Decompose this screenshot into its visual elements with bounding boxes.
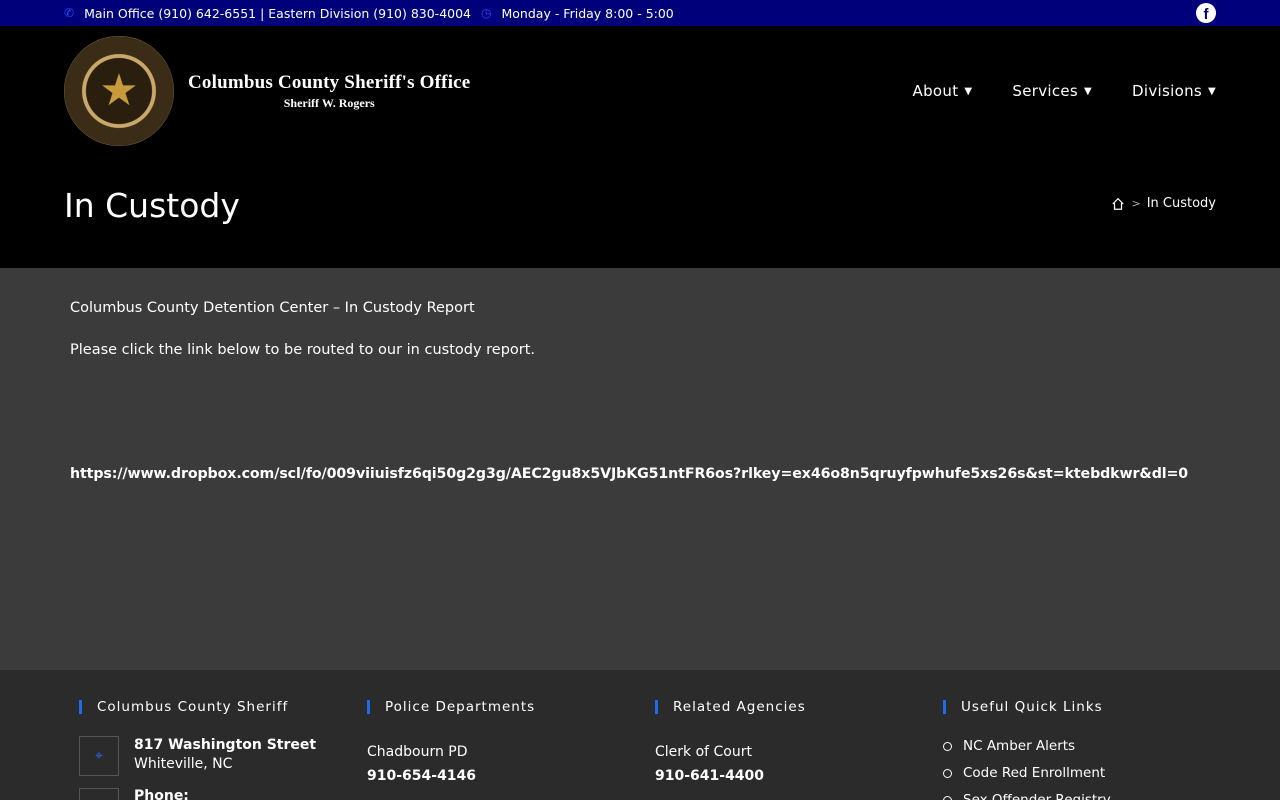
nav-divisions-label: Divisions xyxy=(1132,82,1202,100)
footer-heading: Police Departments xyxy=(367,700,655,714)
footer-heading: Columbus County Sheriff xyxy=(79,700,367,714)
site-title: Columbus County Sheriff's Office xyxy=(188,71,471,93)
phone-icon xyxy=(79,788,119,800)
footer-street: 817 Washington Street xyxy=(134,737,317,753)
footer-phone-label: Phone: xyxy=(134,788,189,800)
footer-col-sheriff: Columbus County Sheriff ⌖ 817 Washington… xyxy=(79,670,367,800)
home-icon[interactable] xyxy=(1111,197,1125,211)
site-header: ★ Columbus County Sheriff's Office Sheri… xyxy=(0,26,1280,156)
quick-link[interactable]: Sex Offender Registry xyxy=(943,792,1231,800)
map-pin-icon: ⌖ xyxy=(79,736,119,776)
phone-icon: ✆ xyxy=(64,6,75,20)
quick-link-label: Sex Offender Registry xyxy=(963,792,1111,800)
breadcrumb: > In Custody xyxy=(1111,196,1216,211)
sheriff-badge-logo[interactable]: ★ xyxy=(64,36,174,146)
quick-link-label: NC Amber Alerts xyxy=(963,738,1076,754)
footer-city: Whiteville, NC xyxy=(134,756,233,772)
site-footer: Columbus County Sheriff ⌖ 817 Washington… xyxy=(0,670,1280,800)
chevron-down-icon: ▼ xyxy=(1208,85,1216,97)
nav-about-label: About xyxy=(912,82,959,100)
footer-heading: Related Agencies xyxy=(655,700,943,714)
footer-heading: Useful Quick Links xyxy=(943,700,1231,714)
chevron-down-icon: ▼ xyxy=(1084,85,1093,97)
footer-dept-name[interactable]: Chadbourn PD xyxy=(367,744,655,760)
footer-agency-name[interactable]: Clerk of Court xyxy=(655,744,943,760)
content-instruction: Please click the link below to be routed… xyxy=(70,342,536,358)
main-content: Columbus County Detention Center – In Cu… xyxy=(0,268,1280,670)
topbar-phones: Main Office (910) 642-6551 | Eastern Div… xyxy=(84,5,472,21)
main-nav: About ▼ Services ▼ Divisions ▼ xyxy=(913,26,1216,156)
content-heading: Columbus County Detention Center – In Cu… xyxy=(70,300,475,316)
in-custody-report-link[interactable]: https://www.dropbox.com/scl/fo/009viiuis… xyxy=(70,466,1210,482)
circle-bullet-icon xyxy=(943,741,952,751)
clock-icon: ◷ xyxy=(481,6,492,20)
site-brand[interactable]: Columbus County Sheriff's Office Sheriff… xyxy=(188,72,470,111)
quick-link-label: Code Red Enrollment xyxy=(963,765,1106,781)
quick-link[interactable]: Code Red Enrollment xyxy=(943,765,1231,781)
site-subtitle: Sheriff W. Rogers xyxy=(283,95,375,110)
breadcrumb-current: In Custody xyxy=(1146,196,1216,211)
star-icon: ★ xyxy=(99,65,139,116)
footer-col-agencies: Related Agencies Clerk of Court 910-641-… xyxy=(655,670,943,800)
facebook-icon[interactable]: f xyxy=(1196,3,1216,23)
nav-divisions[interactable]: Divisions ▼ xyxy=(1132,82,1216,100)
footer-address: ⌖ 817 Washington Street Whiteville, NC xyxy=(79,736,367,776)
topbar-hours: Monday - Friday 8:00 - 5:00 xyxy=(501,5,674,21)
top-info-bar: ✆ Main Office (910) 642-6551 | Eastern D… xyxy=(0,0,1280,26)
footer-phone: Phone: xyxy=(79,788,367,800)
quick-link[interactable]: NC Amber Alerts xyxy=(943,738,1231,754)
circle-bullet-icon xyxy=(943,795,952,800)
footer-dept-phone[interactable]: 910-654-4146 xyxy=(367,768,655,784)
footer-agency-phone[interactable]: 910-641-4400 xyxy=(655,768,943,784)
page-title: In Custody xyxy=(64,186,240,225)
chevron-down-icon: ▼ xyxy=(964,85,973,97)
breadcrumb-separator: > xyxy=(1131,197,1141,210)
nav-services[interactable]: Services ▼ xyxy=(1012,82,1092,100)
circle-bullet-icon xyxy=(943,768,952,778)
nav-services-label: Services xyxy=(1012,82,1079,100)
nav-about[interactable]: About ▼ xyxy=(913,82,973,100)
footer-col-quicklinks: Useful Quick Links NC Amber Alerts Code … xyxy=(943,670,1231,800)
quick-links-list: NC Amber Alerts Code Red Enrollment Sex … xyxy=(943,738,1231,800)
page-title-bar: In Custody > In Custody xyxy=(0,156,1280,268)
footer-col-police: Police Departments Chadbourn PD 910-654-… xyxy=(367,670,655,800)
